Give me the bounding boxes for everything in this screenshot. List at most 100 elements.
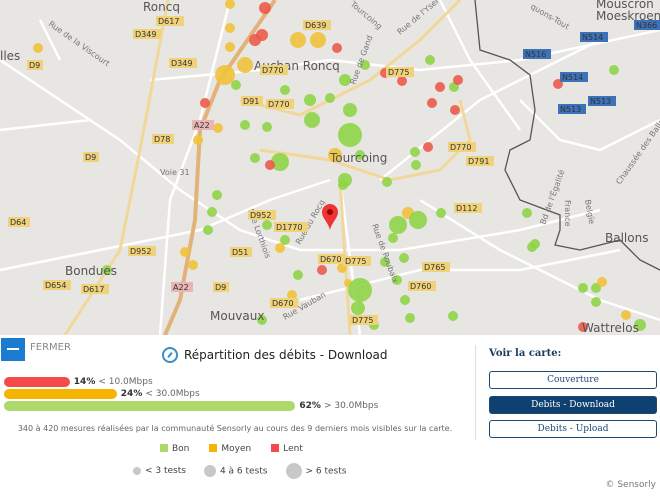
measurement-dot-bon[interactable] [388, 233, 398, 243]
place-label: lles [0, 49, 20, 63]
measurement-dot-bon[interactable] [348, 278, 372, 302]
measurement-dot-bon[interactable] [304, 112, 320, 128]
road-label: N514 [562, 73, 583, 82]
measurement-dot-bon[interactable] [382, 177, 392, 187]
road-label: D9 [85, 153, 96, 162]
measurement-dot-bon[interactable] [212, 190, 222, 200]
measurement-dot-moyen[interactable] [180, 247, 190, 257]
measurement-dot-bon[interactable] [343, 103, 357, 117]
road-label: N366 [636, 21, 657, 30]
measurement-dot-bon[interactable] [410, 147, 420, 157]
measurement-dot-moyen[interactable] [213, 123, 223, 133]
measurement-dot-moyen[interactable] [188, 260, 198, 270]
measurement-dot-moyen[interactable] [621, 310, 631, 320]
size-small: < 3 tests [133, 466, 186, 476]
measurement-dot-bon[interactable] [304, 94, 316, 106]
measurement-dot-bon[interactable] [207, 207, 217, 217]
measurement-dot-bon[interactable] [338, 180, 348, 190]
measurement-dot-bon[interactable] [530, 239, 540, 249]
bar-percent: 14% [73, 377, 96, 387]
measurement-dot-lent[interactable] [332, 43, 342, 53]
close-label[interactable]: FERMER [30, 342, 71, 353]
measurement-dot-moyen[interactable] [33, 43, 43, 53]
size-medium: 4 à 6 tests [203, 465, 268, 477]
street-label: Voie 31 [160, 168, 190, 177]
measurement-dot-bon[interactable] [351, 301, 365, 315]
street-label: quons-Tout [529, 2, 571, 31]
map-canvas[interactable]: RoncqAuchan RoncqTourcoingBonduesMouvaux… [0, 0, 660, 335]
measurement-dot-lent[interactable] [397, 76, 407, 86]
street-label: France [563, 200, 572, 227]
measurement-dot-bon[interactable] [250, 153, 260, 163]
measurement-dot-bon[interactable] [231, 80, 241, 90]
measurement-dot-moyen[interactable] [225, 42, 235, 52]
measurement-dot-lent[interactable] [435, 82, 445, 92]
street-label: Chaussée des Ballons [613, 109, 660, 186]
measurement-dot-moyen[interactable] [275, 243, 285, 253]
size-legend: < 3 tests 4 à 6 tests > 6 tests [133, 463, 346, 479]
minus-icon [7, 348, 19, 350]
measurement-dot-bon[interactable] [409, 211, 427, 229]
road-label: D64 [10, 218, 26, 227]
stats-panel: FERMER Répartition des débits - Download… [0, 335, 660, 504]
measurement-dot-bon[interactable] [436, 208, 446, 218]
street-label: Belgïe [583, 199, 596, 225]
close-panel-button[interactable] [1, 338, 25, 361]
measurement-dot-bon[interactable] [262, 122, 272, 132]
place-label: Bondues [65, 264, 117, 278]
measurement-dot-moyen[interactable] [290, 32, 306, 48]
measurement-dot-bon[interactable] [399, 253, 409, 263]
road-label: N513 [590, 97, 611, 106]
measurement-dot-bon[interactable] [240, 120, 250, 130]
street-label: Rue de la Viscourt [47, 19, 111, 68]
measurement-dot-moyen[interactable] [225, 23, 235, 33]
measurement-dot-bon[interactable] [293, 270, 303, 280]
measurement-dot-bon[interactable] [522, 208, 532, 218]
measurement-dot-bon[interactable] [411, 160, 421, 170]
measurement-dot-lent[interactable] [317, 265, 327, 275]
debits-download-button[interactable]: Debits - Download [489, 396, 657, 414]
measurement-dot-bon[interactable] [591, 297, 601, 307]
measurement-dot-bon[interactable] [262, 220, 272, 230]
measurement-dot-lent[interactable] [423, 142, 433, 152]
road-label: D1770 [276, 223, 303, 232]
measurement-dot-bon[interactable] [400, 295, 410, 305]
measurement-dots [33, 0, 646, 332]
road-label: N514 [582, 33, 603, 42]
debits-upload-button[interactable]: Debits - Upload [489, 420, 657, 438]
measurement-dot-bon[interactable] [578, 283, 588, 293]
measurement-dot-lent[interactable] [265, 160, 275, 170]
measurement-dot-bon[interactable] [203, 225, 213, 235]
measurement-dot-bon[interactable] [609, 65, 619, 75]
measurement-dot-lent[interactable] [200, 98, 210, 108]
measurement-dot-lent[interactable] [259, 2, 271, 14]
measurement-dot-moyen[interactable] [225, 0, 235, 9]
measurement-dot-lent[interactable] [453, 75, 463, 85]
road-label: D760 [410, 282, 431, 291]
measurement-dot-moyen[interactable] [310, 32, 326, 48]
road-label: D770 [450, 143, 471, 152]
measurement-dot-bon[interactable] [280, 85, 290, 95]
location-pin-icon[interactable] [322, 204, 338, 230]
measurement-dot-bon[interactable] [448, 311, 458, 321]
measurement-dot-bon[interactable] [405, 313, 415, 323]
couverture-button[interactable]: Couverture [489, 371, 657, 389]
measurement-dot-bon[interactable] [325, 93, 335, 103]
measurement-dot-moyen[interactable] [193, 135, 203, 145]
measurement-dot-lent[interactable] [427, 98, 437, 108]
measurement-dot-moyen[interactable] [597, 277, 607, 287]
measurement-dot-lent[interactable] [249, 34, 261, 46]
street-label: Rue de l'Yser [396, 0, 442, 37]
bar-percent: 62% [299, 401, 321, 411]
speed-bar [4, 389, 117, 399]
speed-legend: Bon Moyen Lent [160, 444, 303, 454]
measurement-dot-moyen[interactable] [237, 57, 253, 73]
divider [475, 345, 476, 440]
measurement-dot-bon[interactable] [389, 216, 407, 234]
measurement-dot-lent[interactable] [450, 105, 460, 115]
road-label: D9 [215, 283, 226, 292]
measurement-dot-bon[interactable] [425, 55, 435, 65]
measurement-dot-bon[interactable] [338, 123, 362, 147]
legend-moyen: Moyen [209, 444, 251, 454]
coverage-map[interactable]: Roncq Auchan Roncq Tourcoing Bondues Mouvaux… [0, 0, 660, 335]
